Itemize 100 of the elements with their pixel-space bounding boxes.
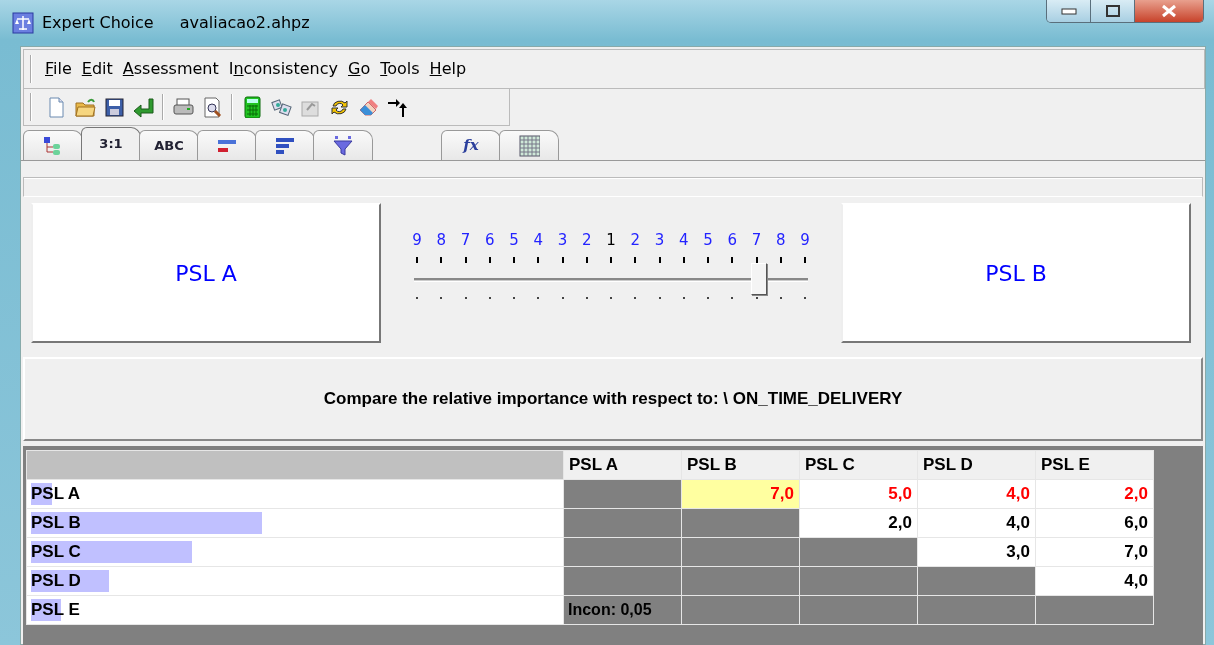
- column-header: PSL C: [799, 450, 918, 480]
- tab[interactable]: [197, 130, 257, 160]
- tick-mark: [804, 257, 806, 263]
- right-up-arrows-icon[interactable]: [386, 96, 408, 118]
- menu-item[interactable]: Inconsistency: [223, 57, 343, 81]
- tick-mark: [779, 297, 782, 299]
- row-label: PSL D: [31, 571, 81, 591]
- row-label: PSL A: [31, 484, 81, 504]
- tick-mark: [440, 297, 443, 299]
- enter-arrow-icon[interactable]: [132, 96, 154, 118]
- menu-item[interactable]: Go: [343, 57, 376, 81]
- menu-item[interactable]: File: [40, 57, 77, 81]
- tick-mark: [585, 297, 588, 299]
- printer-icon[interactable]: [172, 96, 194, 118]
- tab[interactable]: [499, 130, 559, 160]
- scale-label: 7: [459, 231, 472, 249]
- scale-label: 9: [799, 231, 811, 249]
- funnel-icon: [332, 134, 354, 157]
- tick-mark: [464, 257, 467, 263]
- tick-mark: [440, 257, 443, 263]
- scale-label: 6: [726, 231, 738, 249]
- tick-mark: [561, 297, 564, 299]
- tick-mark: [416, 257, 418, 263]
- grid-icon: [518, 134, 540, 157]
- tick-mark: [682, 297, 685, 299]
- scale-label: 1: [605, 231, 617, 249]
- tick-mark: [658, 257, 661, 263]
- tick-mark: [513, 257, 515, 263]
- save-icon[interactable]: [103, 96, 125, 118]
- matrix-cell[interactable]: 4,0: [1035, 566, 1154, 596]
- menu-item[interactable]: Tools: [375, 57, 425, 81]
- row-label: PSL B: [31, 513, 81, 533]
- maximize-icon: [1104, 4, 1121, 18]
- tab[interactable]: [313, 130, 373, 160]
- window-title: Expert Choice: [42, 12, 154, 34]
- calculator-icon[interactable]: [241, 96, 263, 118]
- scale-label: 2: [629, 231, 641, 249]
- tab[interactable]: [255, 130, 315, 160]
- compare-item-card: PSL A: [31, 203, 381, 343]
- print-preview-icon[interactable]: [201, 96, 223, 118]
- prompt-text: Compare the relative importance with respect to: \ ON_TIME_DELIVERY: [23, 357, 1203, 441]
- matrix-cell[interactable]: 2,0: [1035, 479, 1154, 509]
- scale-label: 5: [702, 231, 714, 249]
- column-header: PSL B: [681, 450, 800, 480]
- tick-mark: [513, 297, 515, 299]
- matrix-cell[interactable]: 5,0: [799, 479, 918, 509]
- matrix-cell[interactable]: 4,0: [917, 508, 1036, 538]
- file-name: avaliacao2.ahpz: [179, 12, 310, 34]
- scale-label: 4: [677, 231, 690, 249]
- tick-mark: [804, 297, 806, 299]
- tick-mark: [707, 257, 709, 263]
- tab[interactable]: 3:1: [81, 127, 141, 160]
- close-button[interactable]: [1135, 0, 1203, 22]
- menu-item[interactable]: Help: [424, 57, 472, 81]
- maximize-button[interactable]: [1091, 0, 1135, 22]
- tick-mark: [634, 257, 637, 263]
- slider[interactable]: [414, 263, 808, 297]
- scale-label: 2: [580, 231, 593, 249]
- tick-mark: [755, 297, 758, 299]
- tab[interactable]: fx: [441, 130, 501, 160]
- matrix-cell[interactable]: 6,0: [1035, 508, 1154, 538]
- close-icon: [1160, 4, 1178, 18]
- matrix-cell[interactable]: 7,0: [1035, 537, 1154, 567]
- column-header: PSL E: [1035, 450, 1154, 480]
- scale-label: 7: [750, 231, 763, 249]
- folder-icon[interactable]: [74, 96, 96, 118]
- tick-mark: [779, 257, 782, 263]
- tick-mark: [610, 257, 612, 263]
- menu-item[interactable]: Edit: [76, 57, 118, 81]
- row-label: PSL C: [31, 542, 81, 562]
- tick-mark: [561, 257, 564, 263]
- slider-thumb[interactable]: [750, 263, 767, 295]
- scale-label: 8: [774, 231, 787, 249]
- menu-item[interactable]: Assessment: [117, 57, 224, 81]
- network-icon[interactable]: [270, 96, 292, 118]
- compare-item-card: PSL B: [841, 203, 1191, 343]
- scale-label: 3: [653, 231, 666, 249]
- matrix-cell[interactable]: 3,0: [917, 537, 1036, 567]
- column-header: PSL D: [917, 450, 1036, 480]
- tick-mark: [488, 257, 491, 263]
- tick-mark: [610, 297, 612, 299]
- minimize-button[interactable]: [1047, 0, 1091, 22]
- tick-mark: [658, 297, 661, 299]
- tick-mark: [707, 297, 709, 299]
- matrix-cell[interactable]: 7,0: [681, 479, 800, 509]
- scale-label: 8: [435, 231, 447, 249]
- tick-mark: [488, 297, 491, 299]
- matrix-cell[interactable]: 2,0: [799, 508, 918, 538]
- tab[interactable]: ABC: [139, 130, 199, 160]
- eraser-icon[interactable]: [357, 96, 379, 118]
- tick-mark: [731, 297, 734, 299]
- tick-mark: [634, 297, 637, 299]
- scale-label: 5: [508, 231, 520, 249]
- column-header: PSL A: [563, 450, 682, 480]
- tick-mark: [537, 257, 540, 263]
- matrix-cell[interactable]: 4,0: [917, 479, 1036, 509]
- tab[interactable]: [23, 130, 83, 160]
- scale-label: 6: [483, 231, 496, 249]
- scales-icon: [12, 12, 34, 34]
- scale-label: 4: [532, 231, 544, 249]
